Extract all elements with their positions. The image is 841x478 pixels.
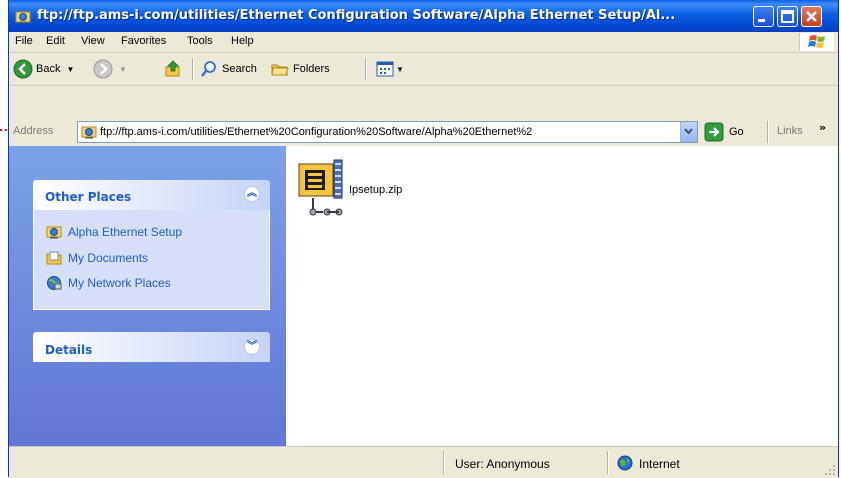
status-zone: Internet bbox=[639, 457, 680, 471]
my-documents-icon bbox=[46, 251, 62, 265]
zip-archive-icon bbox=[298, 159, 343, 216]
ftp-folder-icon bbox=[46, 226, 62, 239]
toolbar-separator bbox=[365, 58, 367, 80]
views-button[interactable]: ▼ bbox=[375, 57, 404, 81]
address-input[interactable]: ftp://ftp.ams-i.com/utilities/Ethernet%2… bbox=[77, 121, 698, 143]
go-label: Go bbox=[729, 126, 744, 138]
close-button[interactable] bbox=[801, 6, 822, 27]
place-my-documents[interactable]: My Documents bbox=[46, 249, 148, 267]
search-icon bbox=[201, 61, 216, 77]
menu-favorites[interactable]: Favorites bbox=[121, 35, 166, 47]
menu-edit[interactable]: Edit bbox=[46, 35, 65, 47]
standard-toolbar: Back ▼ ▼ Search Folders ▼ bbox=[9, 53, 838, 86]
menu-file[interactable]: File bbox=[15, 35, 33, 47]
place-label: Alpha Ethernet Setup bbox=[68, 225, 183, 239]
back-button[interactable]: Back ▼ bbox=[13, 57, 74, 81]
address-value: ftp://ftp.ams-i.com/utilities/Ethernet%2… bbox=[100, 126, 533, 138]
address-bar: Address ftp://ftp.ams-i.com/utilities/Et… bbox=[9, 118, 838, 146]
other-places-title: Other Places bbox=[45, 190, 132, 204]
minimize-icon bbox=[758, 19, 765, 22]
menu-view[interactable]: View bbox=[81, 35, 105, 47]
network-places-icon bbox=[47, 276, 62, 290]
content-area: Other Places ︽ Alpha Ethernet Setup My D… bbox=[9, 146, 838, 446]
explorer-window: ftp://ftp.ams-i.com/utilities/Ethernet C… bbox=[8, 0, 839, 478]
file-item[interactable]: Ipsetup.zip bbox=[295, 158, 455, 218]
views-icon bbox=[376, 61, 394, 77]
forward-dropdown-icon[interactable]: ▼ bbox=[119, 65, 127, 74]
up-folder-button[interactable] bbox=[163, 57, 183, 81]
search-button[interactable]: Search bbox=[199, 57, 257, 81]
back-arrow-icon bbox=[13, 59, 33, 79]
maximize-icon bbox=[781, 10, 794, 23]
file-name: Ipsetup.zip bbox=[349, 184, 403, 196]
folders-icon bbox=[271, 64, 289, 76]
forward-arrow-icon bbox=[93, 59, 113, 79]
place-label: My Network Places bbox=[68, 276, 171, 290]
address-separator bbox=[767, 121, 769, 143]
place-my-network-places[interactable]: My Network Places bbox=[46, 274, 171, 292]
search-label: Search bbox=[222, 63, 257, 75]
views-dropdown-icon[interactable]: ▼ bbox=[396, 65, 404, 74]
go-arrow-icon bbox=[704, 122, 724, 142]
toolbar-separator bbox=[192, 58, 194, 80]
menu-help[interactable]: Help bbox=[231, 35, 254, 47]
close-icon bbox=[806, 11, 817, 22]
menu-bar: File Edit View Favorites Tools Help bbox=[9, 32, 838, 53]
back-label: Back bbox=[36, 63, 61, 75]
chevron-right-icon[interactable]: » bbox=[819, 121, 826, 134]
globe-icon bbox=[617, 455, 633, 471]
address-dropdown-button[interactable] bbox=[680, 122, 697, 142]
red-dotted-marker bbox=[0, 129, 7, 131]
collapse-icon[interactable]: ︽ bbox=[244, 186, 260, 202]
other-places-header[interactable]: Other Places ︽ bbox=[33, 180, 270, 210]
maximize-button[interactable] bbox=[777, 6, 798, 27]
window-title: ftp://ftp.ams-i.com/utilities/Ethernet C… bbox=[37, 8, 676, 23]
details-title: Details bbox=[45, 343, 93, 357]
expand-icon[interactable]: ︾ bbox=[244, 339, 260, 355]
chevron-down-icon bbox=[684, 128, 693, 135]
title-bar[interactable]: ftp://ftp.ams-i.com/utilities/Ethernet C… bbox=[9, 0, 838, 32]
folders-label: Folders bbox=[293, 63, 330, 75]
details-header[interactable]: Details ︾ bbox=[33, 332, 270, 362]
minimize-button[interactable] bbox=[753, 6, 774, 27]
ftp-folder-icon bbox=[81, 126, 97, 139]
status-separator bbox=[607, 451, 609, 474]
task-pane: Other Places ︽ Alpha Ethernet Setup My D… bbox=[9, 146, 286, 446]
status-user: User: Anonymous bbox=[455, 457, 550, 471]
up-folder-icon bbox=[165, 60, 180, 77]
links-label[interactable]: Links bbox=[777, 125, 803, 137]
status-separator bbox=[443, 451, 445, 474]
address-label: Address bbox=[13, 125, 54, 137]
menu-tools[interactable]: Tools bbox=[187, 35, 213, 47]
go-button[interactable]: Go bbox=[704, 121, 744, 143]
windows-logo-icon bbox=[799, 33, 834, 51]
place-alpha-ethernet-setup[interactable]: Alpha Ethernet Setup bbox=[46, 223, 182, 241]
status-bar: User: Anonymous Internet bbox=[9, 446, 838, 478]
forward-button[interactable]: ▼ bbox=[93, 57, 127, 81]
ftp-folder-icon bbox=[15, 11, 31, 24]
resize-grip-icon[interactable] bbox=[824, 464, 836, 476]
folders-button[interactable]: Folders bbox=[270, 57, 330, 81]
other-places-body: Alpha Ethernet Setup My Documents My Net… bbox=[33, 210, 270, 310]
back-dropdown-icon[interactable]: ▼ bbox=[66, 65, 74, 74]
place-label: My Documents bbox=[68, 251, 149, 265]
